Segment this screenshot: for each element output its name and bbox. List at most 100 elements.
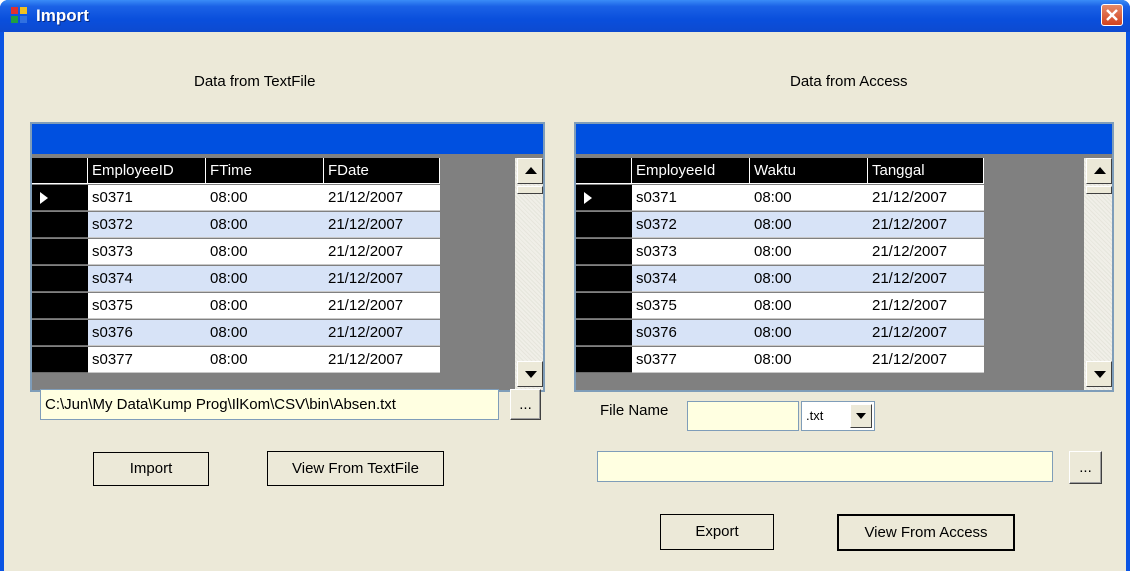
table-cell[interactable]: 08:00 [206,347,324,373]
table-row[interactable]: s0373 08:00 21/12/2007 [576,239,984,266]
column-header[interactable]: Waktu [750,158,868,184]
row-header[interactable] [576,347,632,373]
table-cell[interactable]: 08:00 [206,266,324,292]
table-cell[interactable]: 21/12/2007 [324,239,440,265]
table-row[interactable]: s0373 08:00 21/12/2007 [32,239,440,266]
scroll-down-icon[interactable] [1086,361,1112,387]
view-from-textfile-button[interactable]: View From TextFile [267,451,444,486]
row-header[interactable] [32,212,88,238]
row-header[interactable] [32,320,88,346]
title-bar[interactable]: Import [0,0,1130,32]
table-cell[interactable]: 08:00 [750,212,868,238]
table-cell[interactable]: 08:00 [750,185,868,211]
table-row[interactable]: s0376 08:00 21/12/2007 [576,320,984,347]
row-header[interactable] [576,266,632,292]
table-cell[interactable]: 08:00 [750,293,868,319]
table-row[interactable]: s0371 08:00 21/12/2007 [32,185,440,212]
table-row[interactable]: s0374 08:00 21/12/2007 [32,266,440,293]
access-path-input[interactable] [597,451,1053,482]
table-cell[interactable]: 21/12/2007 [324,185,440,211]
chevron-down-icon[interactable] [850,404,872,428]
access-data-grid[interactable]: EmployeeId Waktu Tanggal s0371 08:00 21/12/20… [574,122,1114,392]
row-header[interactable] [576,212,632,238]
table-cell[interactable]: s0371 [632,185,750,211]
column-header[interactable]: FTime [206,158,324,184]
table-row[interactable]: s0375 08:00 21/12/2007 [32,293,440,320]
column-header[interactable]: EmployeeID [88,158,206,184]
table-cell[interactable]: s0373 [632,239,750,265]
textfile-browse-button[interactable]: ... [510,389,541,420]
table-cell[interactable]: 21/12/2007 [324,266,440,292]
table-cell[interactable]: s0374 [632,266,750,292]
table-cell[interactable]: s0377 [88,347,206,373]
table-cell[interactable]: 08:00 [206,239,324,265]
vertical-scrollbar[interactable] [1084,158,1112,390]
import-button[interactable]: Import [93,452,209,486]
table-cell[interactable]: 21/12/2007 [324,293,440,319]
view-from-access-button[interactable]: View From Access [837,514,1015,551]
row-header[interactable] [32,185,88,211]
table-cell[interactable]: 21/12/2007 [324,347,440,373]
table-cell[interactable]: s0373 [88,239,206,265]
textfile-data-grid[interactable]: EmployeeID FTime FDate s0371 08:00 21/12/2007… [30,122,545,392]
table-cell[interactable]: 21/12/2007 [868,320,984,346]
table-cell[interactable]: 08:00 [750,266,868,292]
table-cell[interactable]: 08:00 [750,347,868,373]
table-cell[interactable]: 21/12/2007 [324,212,440,238]
scroll-up-icon[interactable] [1086,158,1112,184]
row-header[interactable] [576,320,632,346]
row-header[interactable] [32,347,88,373]
extension-select[interactable]: .txt [801,401,875,431]
table-cell[interactable]: s0372 [88,212,206,238]
export-button[interactable]: Export [660,514,774,550]
table-row[interactable]: s0372 08:00 21/12/2007 [32,212,440,239]
table-row[interactable]: s0375 08:00 21/12/2007 [576,293,984,320]
table-cell[interactable]: 21/12/2007 [868,266,984,292]
table-row[interactable]: s0374 08:00 21/12/2007 [576,266,984,293]
row-header[interactable] [32,293,88,319]
table-cell[interactable]: s0376 [88,320,206,346]
table-cell[interactable]: 21/12/2007 [868,185,984,211]
file-name-input[interactable] [687,401,799,431]
table-cell[interactable]: s0376 [632,320,750,346]
scroll-down-icon[interactable] [517,361,543,387]
table-row[interactable]: s0377 08:00 21/12/2007 [32,347,440,374]
close-button[interactable] [1101,4,1123,26]
scroll-thumb[interactable] [1086,186,1112,194]
access-browse-button[interactable]: ... [1069,451,1102,484]
table-cell[interactable]: 08:00 [750,239,868,265]
vertical-scrollbar[interactable] [515,158,543,390]
row-header[interactable] [576,293,632,319]
column-header[interactable]: FDate [324,158,440,184]
table-cell[interactable]: 08:00 [750,320,868,346]
row-header[interactable] [32,266,88,292]
column-header[interactable]: Tanggal [868,158,984,184]
table-cell[interactable]: s0375 [88,293,206,319]
table-cell[interactable]: s0371 [88,185,206,211]
table-cell[interactable]: 21/12/2007 [868,293,984,319]
grid-corner-cell[interactable] [32,158,88,184]
scroll-up-icon[interactable] [517,158,543,184]
table-cell[interactable]: s0372 [632,212,750,238]
table-cell[interactable]: 08:00 [206,212,324,238]
row-header[interactable] [32,239,88,265]
row-header[interactable] [576,239,632,265]
table-cell[interactable]: s0375 [632,293,750,319]
table-row[interactable]: s0376 08:00 21/12/2007 [32,320,440,347]
table-cell[interactable]: s0377 [632,347,750,373]
table-cell[interactable]: 08:00 [206,293,324,319]
table-cell[interactable]: 08:00 [206,320,324,346]
grid-corner-cell[interactable] [576,158,632,184]
table-cell[interactable]: 21/12/2007 [868,239,984,265]
table-row[interactable]: s0372 08:00 21/12/2007 [576,212,984,239]
table-cell[interactable]: 08:00 [206,185,324,211]
row-header[interactable] [576,185,632,211]
table-row[interactable]: s0377 08:00 21/12/2007 [576,347,984,374]
table-cell[interactable]: 21/12/2007 [868,347,984,373]
scroll-thumb[interactable] [517,186,543,194]
table-cell[interactable]: 21/12/2007 [324,320,440,346]
column-header[interactable]: EmployeeId [632,158,750,184]
textfile-path-input[interactable]: C:\Jun\My Data\Kump Prog\IlKom\CSV\bin\A… [40,389,499,420]
table-cell[interactable]: 21/12/2007 [868,212,984,238]
table-row[interactable]: s0371 08:00 21/12/2007 [576,185,984,212]
